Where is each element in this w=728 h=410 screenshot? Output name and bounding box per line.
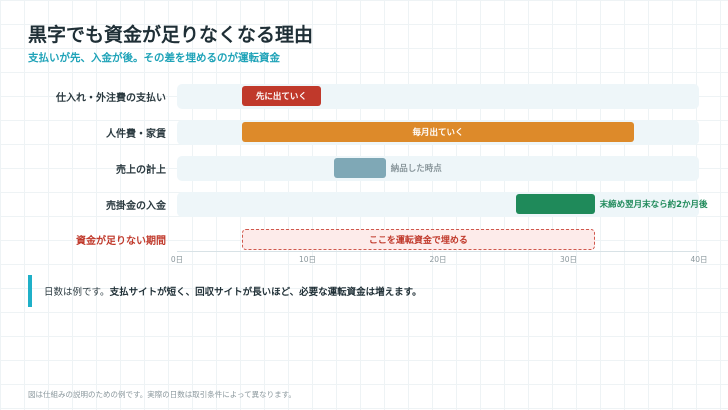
row-label: 売掛金の入金 [106, 201, 166, 212]
x-tick-label: 0日 [170, 255, 184, 264]
timeline-bar: 先に出ていく [242, 86, 321, 106]
row-label: 人件費・家賃 [106, 129, 166, 140]
x-tick-label: 30日 [559, 255, 578, 264]
footer-note: 図は仕組みの説明のための例です。実際の日数は取引条件によって異なります。 [28, 390, 296, 399]
page-title: 黒字でも資金が足りなくなる理由 [28, 24, 314, 46]
note-box: 日数は例です。 支払サイトが短く、回収サイトが長いほど、必要な運転資金は増えます。 [28, 275, 428, 307]
note-prefix: 日数は例です。 [44, 287, 110, 298]
row-label: 売上の計上 [116, 165, 166, 176]
note-emphasis: 支払サイトが短く、回収サイトが長いほど、必要な運転資金は増えます。 [109, 287, 422, 298]
timeline-bar: 毎月出ていく [242, 122, 634, 142]
page-subtitle: 支払いが先、入金が後。その差を埋めるのが運転資金 [28, 52, 280, 64]
bar-side-label: 末締め翌月末なら約2か月後 [599, 200, 708, 210]
gap-period-box: ここを運転資金で埋める [242, 229, 595, 250]
bar-side-label: 納品した時点 [390, 164, 442, 174]
row-label: 仕入れ・外注費の支払い [56, 93, 166, 104]
gap-label: 資金が足りない期間 [76, 236, 166, 247]
x-tick-label: 20日 [429, 255, 447, 264]
x-tick-label: 40日 [690, 255, 708, 264]
timeline-bar [333, 158, 386, 178]
x-tick-label: 10日 [298, 255, 317, 264]
x-axis-line [177, 251, 699, 252]
timeline-bar [516, 194, 595, 214]
